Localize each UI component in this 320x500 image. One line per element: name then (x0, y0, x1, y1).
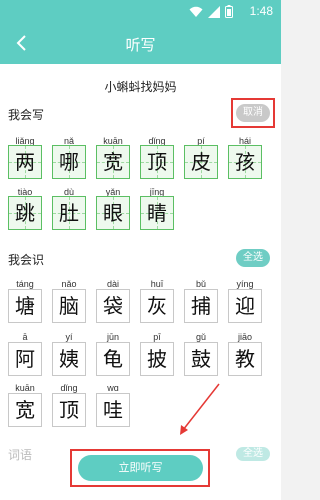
annotation-arrow-icon (180, 383, 220, 435)
start-dictation-button[interactable]: 立即听写 (78, 455, 203, 481)
